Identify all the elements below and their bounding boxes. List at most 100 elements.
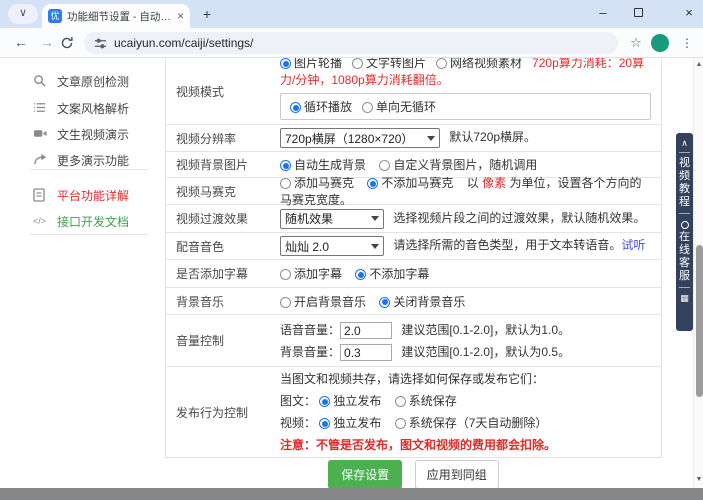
reload-button[interactable] — [60, 32, 82, 54]
share-arrow-icon — [33, 153, 48, 168]
radio-option-image-carousel[interactable]: 图片轮播 — [280, 58, 342, 70]
forward-button[interactable]: → — [36, 32, 58, 54]
field-label: 视频分辨率 — [166, 130, 278, 147]
scroll-up-icon[interactable]: ▲ — [695, 61, 703, 68]
field-label: 音量控制 — [166, 332, 278, 349]
radio-icon[interactable] — [280, 178, 291, 189]
audition-link[interactable]: 试听 — [621, 238, 645, 252]
radio-option-text-to-image[interactable]: 文字转图片 — [352, 58, 426, 70]
radio-icon[interactable] — [290, 102, 301, 113]
bottom-bar — [0, 488, 703, 500]
profile-avatar[interactable] — [651, 34, 669, 52]
sidebar-item-label: 平台功能详解 — [57, 187, 129, 204]
row-publish-behavior: 发布行为控制 当图文和视频共存，请选择如何保存或发布它们： 图文： 独立发布 系… — [166, 367, 661, 458]
address-bar[interactable]: ucaiyun.com/caiji/settings/ — [84, 32, 618, 54]
voice-select[interactable]: 灿灿 2.0 — [280, 236, 384, 256]
radio-icon[interactable] — [280, 58, 291, 69]
sidebar-item-platform-guide[interactable]: 平台功能详解 — [33, 186, 163, 204]
radio-icon[interactable] — [379, 297, 390, 308]
field-label: 是否添加字幕 — [166, 265, 278, 282]
radio-option-no-mosaic[interactable]: 不添加马赛克 — [367, 176, 453, 190]
radio-option-video-system-save[interactable]: 系统保存（7天自动删除） — [395, 416, 548, 430]
voice-hint: 请选择所需的音色类型，用于文本转语音。 — [393, 238, 621, 252]
customer-service-icon — [681, 221, 689, 229]
radio-option-loop-play[interactable]: 循环播放 — [290, 98, 352, 115]
collapse-icon[interactable]: ∧ — [681, 138, 688, 148]
radio-icon[interactable] — [352, 58, 363, 69]
sidebar-item-more-demos[interactable]: 更多演示功能 — [33, 151, 163, 169]
resolution-select[interactable]: 720p横屏（1280×720） — [280, 128, 440, 148]
radio-icon[interactable] — [362, 102, 373, 113]
chevron-down-icon — [371, 244, 379, 249]
tab-search-button[interactable]: ∨ — [8, 4, 38, 24]
radio-option-add-mosaic[interactable]: 添加马赛克 — [280, 176, 354, 190]
document-icon — [33, 188, 48, 203]
publish-imagetext-label: 图文： — [280, 394, 316, 408]
video-tutorial-link[interactable]: 视频教程 — [679, 157, 691, 209]
radio-option-bgm-on[interactable]: 开启背景音乐 — [280, 295, 366, 309]
radio-option-video-independent[interactable]: 独立发布 — [319, 416, 381, 430]
field-label: 背景音乐 — [166, 293, 278, 310]
radio-icon[interactable] — [280, 160, 291, 171]
url-text[interactable]: ucaiyun.com/caiji/settings/ — [114, 36, 253, 50]
radio-icon[interactable] — [280, 269, 291, 280]
sidebar-item-style-analysis[interactable]: 文案风格解析 — [33, 99, 163, 117]
maximize-button[interactable] — [634, 8, 643, 17]
back-button[interactable]: ← — [10, 32, 32, 54]
voice-volume-input[interactable]: 2.0 — [340, 322, 392, 339]
radio-label: 文字转图片 — [366, 58, 426, 70]
list-icon — [33, 101, 48, 116]
radio-option-one-way[interactable]: 单向无循环 — [362, 98, 436, 115]
site-info-icon[interactable] — [94, 37, 107, 50]
bookmark-star-icon[interactable]: ☆ — [626, 32, 646, 54]
tab-close-icon[interactable]: × — [177, 9, 184, 23]
close-window-button[interactable]: × — [672, 0, 703, 26]
sidebar-item-label: 文案风格解析 — [57, 100, 129, 117]
row-bgm: 背景音乐 开启背景音乐 关闭背景音乐 — [166, 288, 661, 315]
radio-label: 添加马赛克 — [294, 176, 354, 190]
qr-code-icon[interactable]: ▦ — [680, 293, 689, 303]
radio-icon[interactable] — [319, 418, 330, 429]
browser-menu-icon[interactable]: ⋮ — [679, 32, 695, 54]
row-resolution: 视频分辨率 720p横屏（1280×720） 默认720p横屏。 — [166, 125, 661, 152]
radio-option-no-subtitle[interactable]: 不添加字幕 — [355, 267, 429, 281]
radio-icon[interactable] — [355, 269, 366, 280]
chevron-down-icon — [427, 136, 435, 141]
site-favicon: 优 — [48, 9, 62, 23]
row-voice: 配音音色 灿灿 2.0 请选择所需的音色类型，用于文本转语音。试听 — [166, 233, 661, 260]
radio-option-imagetext-system-save[interactable]: 系统保存 — [395, 394, 457, 408]
radio-icon[interactable] — [319, 396, 330, 407]
minimize-button[interactable]: – — [586, 0, 620, 26]
radio-icon[interactable] — [436, 58, 447, 69]
radio-icon[interactable] — [367, 178, 378, 189]
radio-label: 循环播放 — [304, 100, 352, 114]
scrollbar-thumb[interactable] — [696, 245, 703, 397]
radio-icon[interactable] — [395, 418, 406, 429]
radio-option-imagetext-independent[interactable]: 独立发布 — [319, 394, 381, 408]
video-camera-icon — [33, 127, 48, 142]
scroll-down-icon[interactable]: ▼ — [695, 476, 703, 483]
radio-option-bgm-off[interactable]: 关闭背景音乐 — [379, 295, 465, 309]
sidebar-item-text-to-video-demo[interactable]: 文生视频演示 — [33, 125, 163, 143]
online-service-link[interactable]: 在线客服 — [679, 231, 691, 283]
field-label: 发布行为控制 — [166, 404, 278, 421]
radio-label: 单向无循环 — [376, 100, 436, 114]
transition-select[interactable]: 随机效果 — [280, 209, 384, 229]
field-label: 配音音色 — [166, 238, 278, 255]
select-value: 灿灿 2.0 — [285, 238, 329, 255]
browser-tab[interactable]: 优 功能细节设置 - 自动文章采集 × — [42, 4, 190, 28]
browser-titlebar: ∨ 优 功能细节设置 - 自动文章采集 × + – × — [0, 0, 703, 28]
row-transition: 视频过渡效果 随机效果 选择视频片段之间的过渡效果，默认随机效果。 — [166, 205, 661, 233]
radio-icon[interactable] — [395, 396, 406, 407]
vertical-scrollbar[interactable]: ▲ ▼ — [693, 58, 703, 488]
save-settings-button[interactable]: 保存设置 — [328, 460, 402, 488]
radio-option-add-subtitle[interactable]: 添加字幕 — [280, 267, 342, 281]
radio-icon[interactable] — [280, 297, 291, 308]
bgm-volume-input[interactable]: 0.3 — [340, 344, 392, 361]
sidebar-item-originality-check[interactable]: 文章原创检测 — [33, 72, 163, 90]
new-tab-button[interactable]: + — [198, 6, 216, 24]
radio-option-web-video[interactable]: 网络视频素材 — [436, 58, 522, 70]
sidebar-item-label: 更多演示功能 — [57, 152, 129, 169]
apply-to-group-button[interactable]: 应用到同组 — [415, 460, 499, 488]
sidebar-item-api-docs[interactable]: </> 接口开发文档 — [33, 212, 163, 230]
